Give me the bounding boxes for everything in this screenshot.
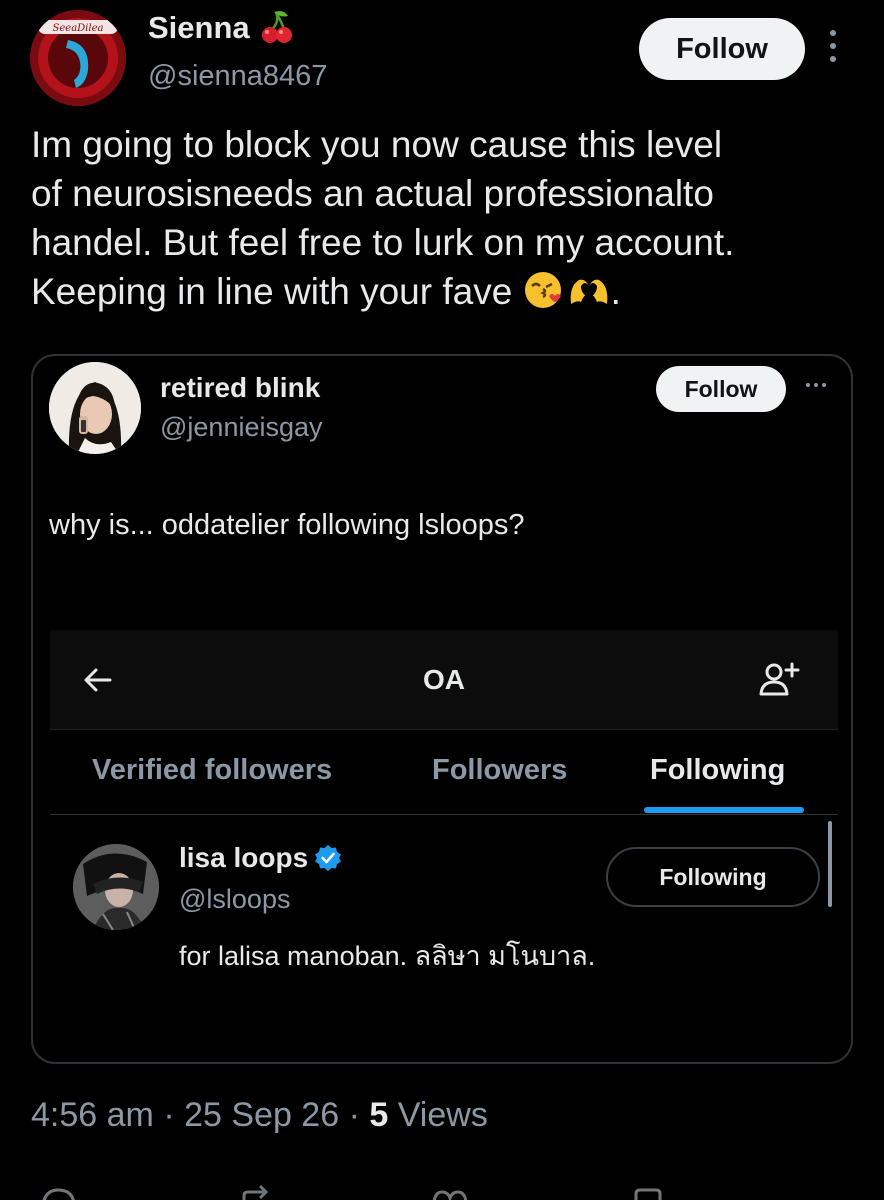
following-button: Following [606, 847, 820, 907]
tab-verified-followers: Verified followers [92, 754, 333, 786]
post-text-line: handel. But feel free to lurk on my acco… [31, 222, 735, 263]
post-text-line: of neurosisneeds an actual professionalt… [31, 173, 714, 214]
author-name-text: Sienna [148, 10, 250, 45]
author-name[interactable]: Sienna [148, 10, 294, 46]
active-tab-indicator [644, 807, 804, 813]
embedded-screenshot-title: OA [423, 664, 465, 695]
quoted-more-options-icon[interactable] [806, 383, 826, 387]
more-options-icon[interactable] [826, 30, 840, 70]
embedded-scrollbar [828, 821, 832, 907]
face-blowing-a-kiss-icon [524, 272, 561, 308]
verified-badge-icon [315, 845, 342, 871]
listed-user-avatar-image [73, 844, 159, 930]
embedded-screenshot-topbar: OA [50, 630, 838, 730]
like-icon[interactable] [428, 1184, 472, 1200]
reply-icon[interactable] [36, 1184, 80, 1200]
add-user-icon [759, 662, 800, 696]
post-meta: 4:56 am · 25 Sep 26 · 5 Views [31, 1096, 488, 1134]
views-label: Views [397, 1096, 488, 1134]
tabs-divider [50, 814, 838, 815]
heart-hands-icon [570, 279, 607, 304]
svg-text:SeeaDilea: SeeaDilea [53, 23, 104, 34]
quoted-follow-button[interactable]: Follow [656, 366, 786, 412]
post-text-line: Im going to block you now cause this lev… [31, 124, 723, 165]
quoted-tweet-text: why is... oddatelier following lsloops? [49, 509, 525, 541]
repost-icon[interactable] [236, 1184, 280, 1200]
quoted-author-name[interactable]: retired blink [160, 372, 320, 404]
tab-following: Following [650, 754, 786, 786]
tab-followers: Followers [432, 754, 568, 786]
listed-user-bio: for lalisa manoban. ลลิษา มโนบาล. [179, 941, 596, 971]
follow-button[interactable]: Follow [639, 18, 805, 80]
author-avatar[interactable]: SeeaDilea [30, 10, 126, 106]
post-text: Im going to block you now cause this lev… [31, 120, 861, 316]
listed-user-name: lisa loops [179, 842, 342, 874]
listed-user-avatar [73, 844, 159, 930]
quoted-author-avatar[interactable] [49, 362, 141, 454]
post-date[interactable]: 25 Sep 26 [184, 1096, 339, 1134]
quoted-author-avatar-image [49, 362, 141, 454]
author-avatar-image: SeeaDilea [30, 10, 126, 106]
author-handle[interactable]: @sienna8467 [148, 60, 327, 93]
listed-user-handle: @lsloops [179, 884, 291, 914]
quoted-author-handle[interactable]: @jennieisgay [160, 412, 323, 443]
post-text-line: Keeping in line with your fave . [31, 271, 621, 312]
cherries-icon [261, 11, 292, 43]
quoted-tweet-card[interactable]: retired blink @jennieisgay Follow why is… [31, 354, 853, 1064]
bookmark-icon[interactable] [626, 1184, 670, 1200]
post-time[interactable]: 4:56 am [31, 1096, 154, 1134]
views-count: 5 [369, 1096, 389, 1134]
